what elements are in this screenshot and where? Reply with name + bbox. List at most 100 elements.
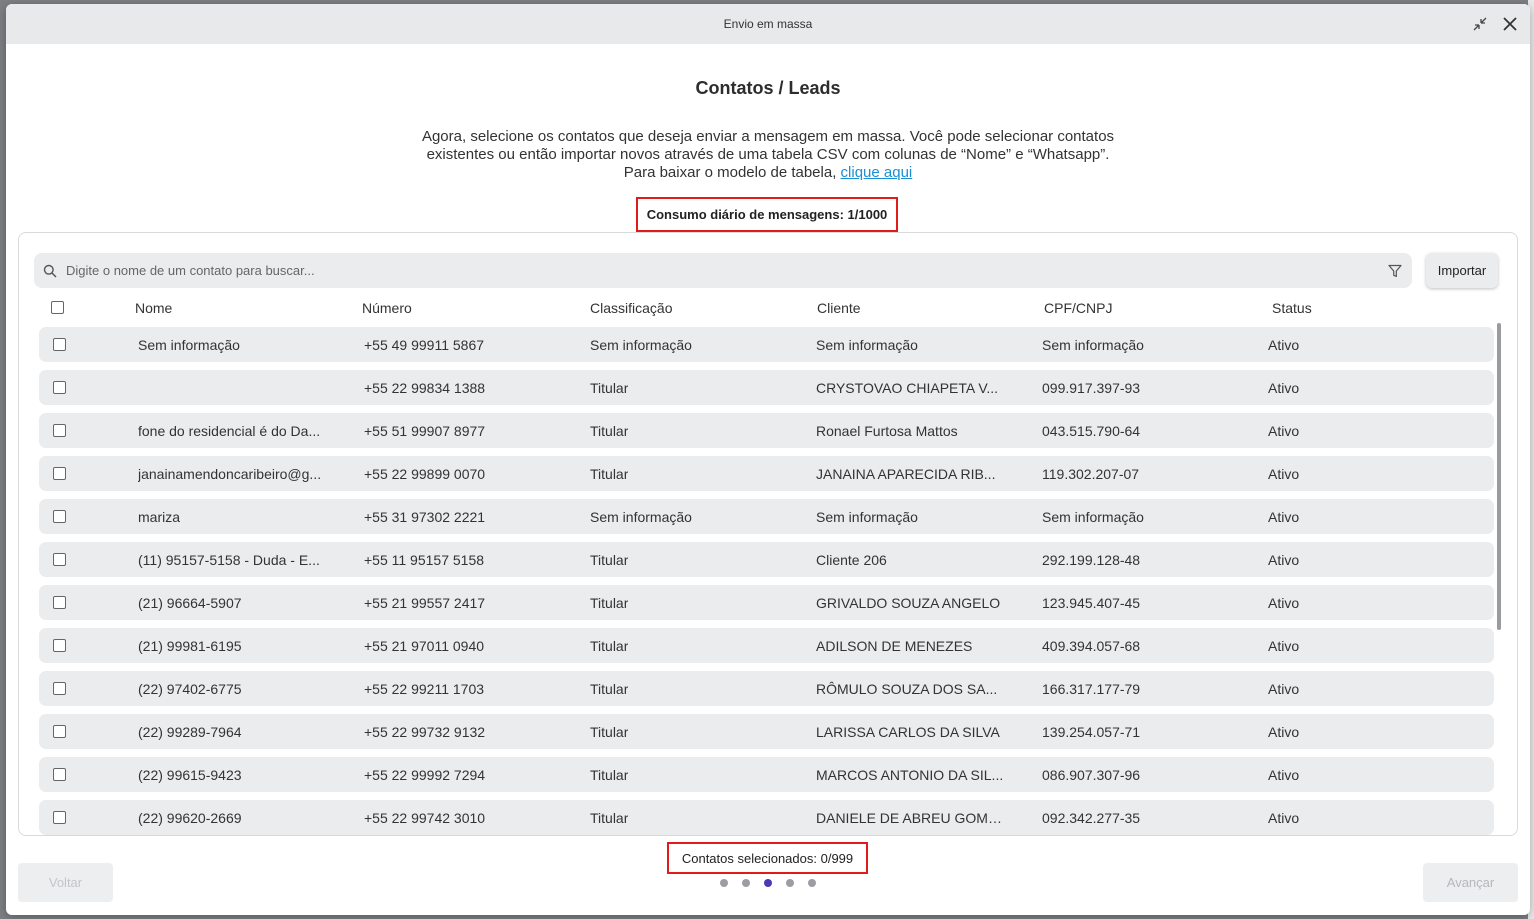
cell-cpf-cnpj: 086.907.307-96 bbox=[1042, 767, 1141, 783]
cell-cpf-cnpj: 409.394.057-68 bbox=[1042, 638, 1141, 654]
close-icon[interactable] bbox=[1498, 12, 1522, 36]
filter-icon[interactable] bbox=[1378, 264, 1412, 278]
cell-cliente: MARCOS ANTONIO DA SIL... bbox=[816, 767, 1004, 783]
cell-classificacao: Titular bbox=[590, 466, 629, 482]
step-dot[interactable] bbox=[764, 879, 772, 887]
cell-cliente: Cliente 206 bbox=[816, 552, 887, 568]
cell-classificacao: Titular bbox=[590, 810, 629, 826]
cell-status: Ativo bbox=[1268, 638, 1300, 654]
cell-cpf-cnpj: 123.945.407-45 bbox=[1042, 595, 1141, 611]
modal-title: Envio em massa bbox=[723, 17, 813, 31]
cell-cliente: Ronael Furtosa Mattos bbox=[816, 423, 958, 439]
cell-numero: +55 21 97011 0940 bbox=[364, 638, 485, 654]
cell-status: Ativo bbox=[1268, 552, 1300, 568]
row-checkbox[interactable] bbox=[53, 381, 66, 394]
cell-status: Ativo bbox=[1268, 337, 1300, 353]
step-dot[interactable] bbox=[786, 879, 794, 887]
cell-numero: +55 11 95157 5158 bbox=[364, 552, 485, 568]
cell-status: Ativo bbox=[1268, 681, 1300, 697]
cell-cpf-cnpj: 139.254.057-71 bbox=[1042, 724, 1141, 740]
cell-cpf-cnpj: Sem informação bbox=[1042, 509, 1144, 525]
cell-nome: fone do residencial é do Da... bbox=[138, 423, 321, 439]
column-header-cpf-cnpj: CPF/CNPJ bbox=[1044, 300, 1113, 316]
table-row[interactable]: +55 22 99834 1388 Titular CRYSTOVAO CHIAPE… bbox=[39, 370, 1494, 405]
minimize-icon[interactable] bbox=[1468, 12, 1492, 36]
cell-cliente: GRIVALDO SOUZA ANGELO bbox=[816, 595, 1001, 611]
cell-numero: +55 22 99992 7294 bbox=[364, 767, 486, 783]
cell-cliente: Sem informação bbox=[816, 337, 918, 353]
table-row[interactable]: fone do residencial é do Da... +55 51 999… bbox=[39, 413, 1494, 448]
row-checkbox[interactable] bbox=[53, 467, 66, 480]
row-checkbox[interactable] bbox=[53, 424, 66, 437]
cell-status: Ativo bbox=[1268, 767, 1300, 783]
import-button[interactable]: Importar bbox=[1426, 253, 1498, 288]
cell-nome: (11) 95157-5158 - Duda - E... bbox=[138, 552, 320, 568]
cell-status: Ativo bbox=[1268, 724, 1300, 740]
cell-numero: +55 51 99907 8977 bbox=[364, 423, 486, 439]
cell-classificacao: Titular bbox=[590, 724, 629, 740]
cell-cpf-cnpj: 092.342.277-35 bbox=[1042, 810, 1141, 826]
cell-cliente: CRYSTOVAO CHIAPETA V... bbox=[816, 380, 999, 396]
cell-classificacao: Titular bbox=[590, 552, 629, 568]
cell-classificacao: Titular bbox=[590, 595, 629, 611]
back-button[interactable]: Voltar bbox=[18, 863, 113, 902]
scrollbar-thumb[interactable] bbox=[1497, 323, 1501, 630]
cell-nome: (21) 96664-5907 bbox=[138, 595, 242, 611]
cell-cliente: Sem informação bbox=[816, 509, 918, 525]
cell-cpf-cnpj: 292.199.128-48 bbox=[1042, 552, 1141, 568]
instructions-body: Agora, selecione os contatos que deseja … bbox=[421, 128, 1115, 181]
cell-status: Ativo bbox=[1268, 380, 1300, 396]
row-checkbox[interactable] bbox=[53, 338, 66, 351]
table-row[interactable]: mariza +55 31 97302 2221 Sem informação Sem… bbox=[39, 499, 1494, 534]
cell-cpf-cnpj: 166.317.177-79 bbox=[1042, 681, 1141, 697]
cell-status: Ativo bbox=[1268, 509, 1300, 525]
row-checkbox[interactable] bbox=[53, 639, 66, 652]
table-row[interactable]: (22) 97402-6775 +55 22 99211 1703 Titular R… bbox=[39, 671, 1494, 706]
cell-classificacao: Titular bbox=[590, 638, 629, 654]
cell-classificacao: Titular bbox=[590, 681, 629, 697]
step-indicator bbox=[720, 879, 816, 887]
step-dot[interactable] bbox=[808, 879, 816, 887]
step-dot[interactable] bbox=[720, 879, 728, 887]
table-row[interactable]: (22) 99615-9423 +55 22 99992 7294 Titular M… bbox=[39, 757, 1494, 792]
table-row[interactable]: (21) 96664-5907 +55 21 99557 2417 Titular G… bbox=[39, 585, 1494, 620]
cell-numero: +55 22 99899 0070 bbox=[364, 466, 486, 482]
search-input[interactable] bbox=[66, 263, 1378, 278]
cell-numero: +55 31 97302 2221 bbox=[364, 509, 486, 525]
row-checkbox[interactable] bbox=[53, 510, 66, 523]
row-checkbox[interactable] bbox=[53, 725, 66, 738]
cell-classificacao: Titular bbox=[590, 380, 629, 396]
selected-count-badge: Contatos selecionados: 0/999 bbox=[667, 842, 868, 874]
cell-status: Ativo bbox=[1268, 595, 1300, 611]
cell-cpf-cnpj: 099.917.397-93 bbox=[1042, 380, 1141, 396]
row-checkbox[interactable] bbox=[53, 768, 66, 781]
table-row[interactable]: janainamendoncaribeiro@g... +55 22 99899 … bbox=[39, 456, 1494, 491]
row-checkbox[interactable] bbox=[53, 553, 66, 566]
cell-numero: +55 22 99742 3010 bbox=[364, 810, 486, 826]
cell-numero: +55 22 99732 9132 bbox=[364, 724, 486, 740]
row-checkbox[interactable] bbox=[53, 596, 66, 609]
cell-status: Ativo bbox=[1268, 466, 1300, 482]
instructions-text: Agora, selecione os contatos que deseja … bbox=[418, 128, 1118, 182]
cell-numero: +55 49 99911 5867 bbox=[364, 337, 485, 353]
table-row[interactable]: (21) 99981-6195 +55 21 97011 0940 Titular A… bbox=[39, 628, 1494, 663]
row-checkbox[interactable] bbox=[53, 811, 66, 824]
table-scrollbar[interactable] bbox=[1497, 323, 1503, 833]
row-checkbox[interactable] bbox=[53, 682, 66, 695]
cell-status: Ativo bbox=[1268, 810, 1300, 826]
table-row[interactable]: Sem informação +55 49 99911 5867 Sem infor… bbox=[39, 327, 1494, 362]
step-dot[interactable] bbox=[742, 879, 750, 887]
column-header-nome: Nome bbox=[135, 300, 173, 316]
cell-cliente: RÔMULO SOUZA DOS SA... bbox=[816, 681, 998, 697]
cell-cliente: JANAINA APARECIDA RIB... bbox=[816, 466, 996, 482]
bulk-send-modal: Envio em massa Contatos / Leads Agora, s… bbox=[6, 4, 1530, 915]
next-button[interactable]: Avançar bbox=[1423, 863, 1518, 902]
select-all-checkbox[interactable] bbox=[51, 301, 64, 314]
table-header: Nome Número Classificação Cliente CPF/CN… bbox=[39, 296, 1499, 320]
cell-classificacao: Titular bbox=[590, 767, 629, 783]
cell-nome: mariza bbox=[138, 509, 181, 525]
table-row[interactable]: (22) 99289-7964 +55 22 99732 9132 Titular L… bbox=[39, 714, 1494, 749]
table-row[interactable]: (11) 95157-5158 - Duda - E... +55 11 9515… bbox=[39, 542, 1494, 577]
table-row[interactable]: (22) 99620-2669 +55 22 99742 3010 Titular D… bbox=[39, 800, 1494, 835]
download-template-link[interactable]: clique aqui bbox=[841, 164, 913, 181]
